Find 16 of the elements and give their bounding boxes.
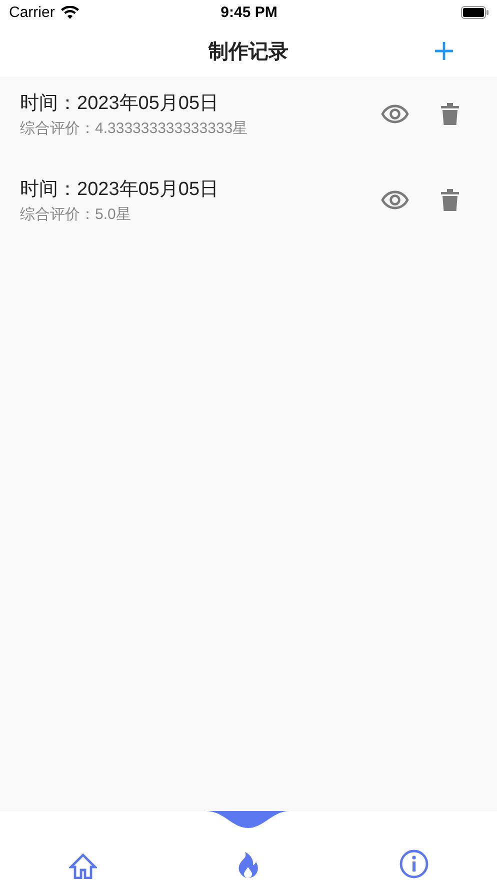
status-time: 9:45 PM: [220, 4, 278, 21]
home-icon[interactable]: [68, 853, 97, 879]
wifi-icon: [60, 6, 79, 19]
trash-icon[interactable]: [441, 103, 459, 125]
record-time: 时间：2023年05月05日: [20, 92, 220, 116]
eye-icon[interactable]: [381, 104, 409, 124]
eye-icon[interactable]: [381, 190, 409, 210]
trash-icon[interactable]: [441, 189, 459, 211]
info-icon[interactable]: [399, 849, 430, 879]
page-title: 制作记录: [208, 40, 288, 64]
record-rating: 综合评价：5.0星: [20, 205, 132, 224]
carrier-name: Carrier: [9, 4, 55, 21]
battery-icon: [460, 6, 489, 19]
record-time: 时间：2023年05月05日: [20, 178, 219, 202]
add-button[interactable]: [433, 40, 455, 62]
record-rating: 综合评价：4.333333333333333星: [20, 119, 248, 138]
